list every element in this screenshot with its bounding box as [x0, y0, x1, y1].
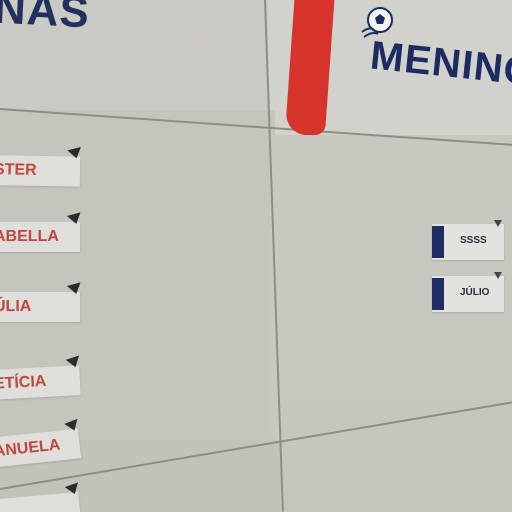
name-card: ABELLA — [0, 212, 84, 252]
girls-banner-title: NAS — [0, 0, 92, 38]
name-card: ETÍCIA — [0, 355, 83, 400]
tag-label: SSSS — [460, 235, 487, 246]
name-card-label: ETÍCIA — [0, 372, 47, 393]
tag-label: JÚLIO — [460, 287, 490, 298]
tag-color-bar — [432, 226, 444, 258]
classroom-wall-photo: NAS ♡ ♡ MENINO STER ABELLA ÚLIA ETÍCIA A… — [0, 0, 512, 512]
name-card: STER — [0, 146, 84, 187]
boy-name-tag: JÚLIO — [432, 272, 504, 312]
wall-panel — [280, 400, 512, 512]
name-card-label: ÚLIA — [0, 298, 32, 315]
tag-color-bar — [432, 278, 444, 310]
hook-icon — [494, 220, 502, 227]
hook-icon — [494, 272, 502, 279]
name-card-label: STER — [0, 161, 37, 179]
name-card-label: ABELLA — [0, 228, 59, 245]
name-card-label: ANUELA — [0, 436, 62, 461]
name-card: ÚLIA — [0, 282, 84, 322]
boy-name-tag: SSSS — [432, 220, 504, 260]
heart-icon: ♡ — [202, 38, 213, 52]
